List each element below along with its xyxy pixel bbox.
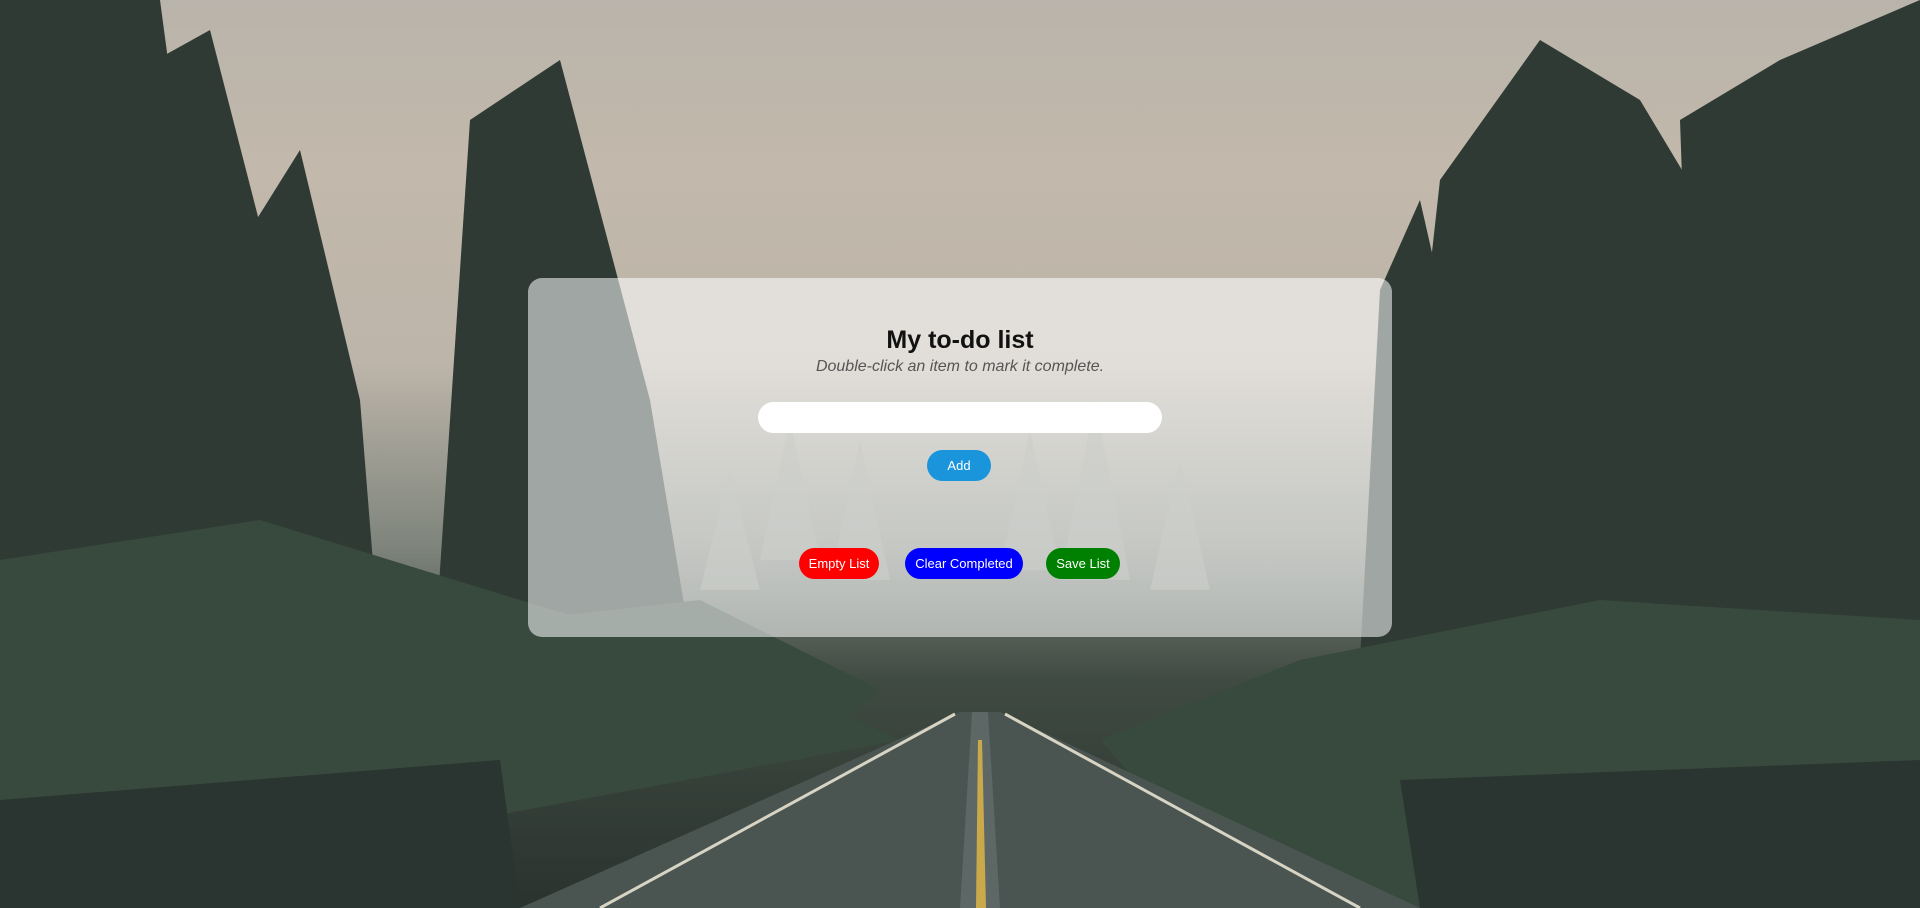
page-title: My to-do list <box>886 326 1034 354</box>
empty-list-button[interactable]: Empty List <box>799 548 879 579</box>
add-button[interactable]: Add <box>927 450 991 481</box>
clear-completed-button[interactable]: Clear Completed <box>905 548 1023 579</box>
todo-card: My to-do list Double-click an item to ma… <box>528 278 1392 637</box>
instructions-text: Double-click an item to mark it complete… <box>815 358 1105 375</box>
task-input[interactable] <box>758 402 1162 433</box>
save-list-button[interactable]: Save List <box>1046 548 1120 579</box>
background-photo: My to-do list Double-click an item to ma… <box>0 0 1920 908</box>
